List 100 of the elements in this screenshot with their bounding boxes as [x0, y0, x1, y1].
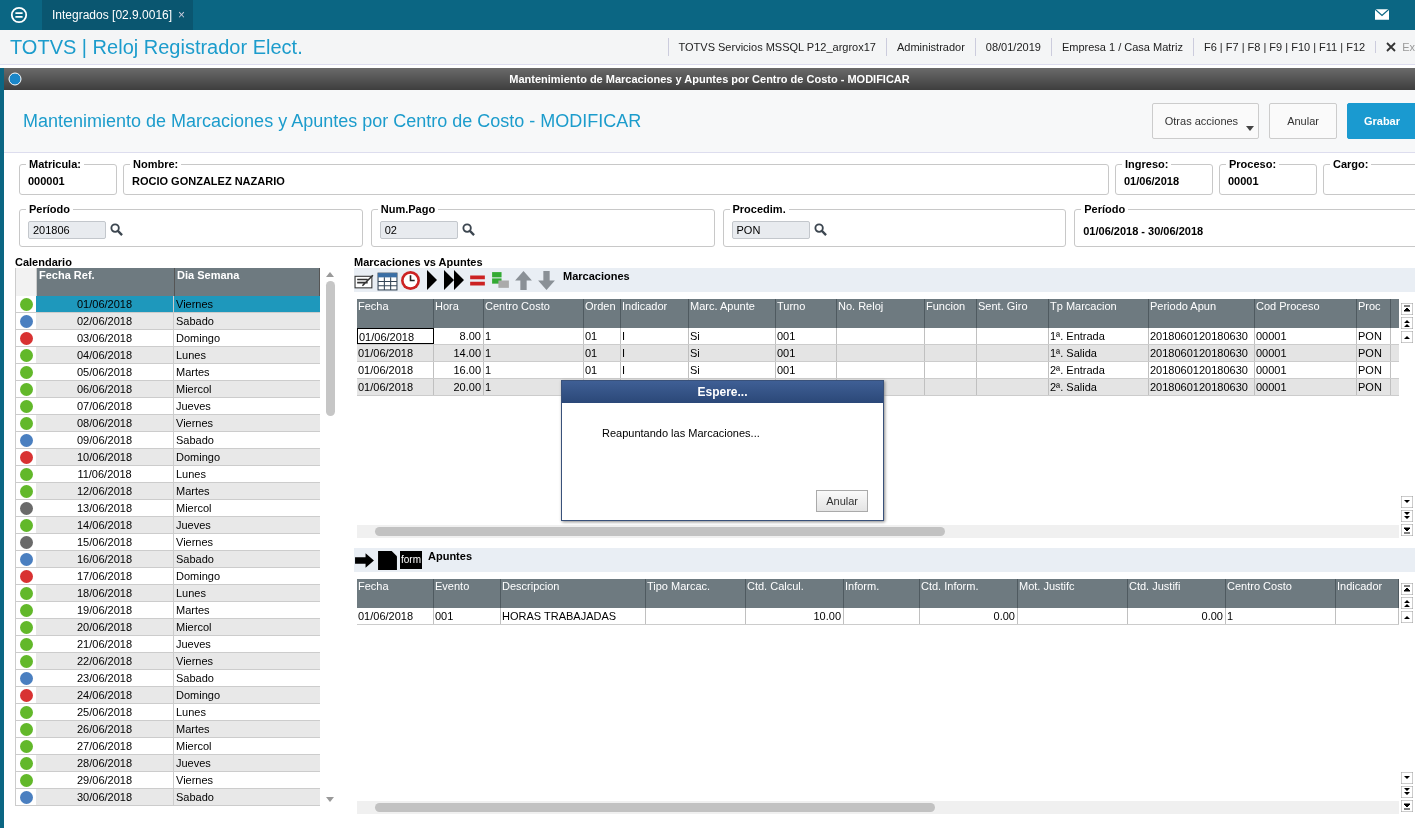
calendar-row[interactable]: 05/06/2018 Martes	[16, 364, 320, 381]
app-logo-icon[interactable]	[10, 6, 28, 24]
calendar-row[interactable]: 21/06/2018 Jueves	[16, 636, 320, 653]
down-arrow-icon[interactable]	[536, 269, 557, 291]
input-field[interactable]: PON	[731, 220, 810, 239]
calendar-row[interactable]: 09/06/2018 Sabado	[16, 432, 320, 449]
calendar-row[interactable]: 28/06/2018 Jueves	[16, 755, 320, 772]
table-cell: 05/06/2018	[36, 364, 174, 380]
table-cell: 16.00	[434, 362, 484, 378]
calendar-row[interactable]: 14/06/2018 Jueves	[16, 517, 320, 534]
status-info: Administrador	[885, 38, 975, 56]
horizontal-scrollbar[interactable]	[357, 801, 1399, 814]
page-down-icon[interactable]	[1401, 786, 1413, 798]
calendar-row[interactable]: 26/06/2018 Martes	[16, 721, 320, 738]
page-icon[interactable]	[377, 549, 398, 571]
calendar-row[interactable]: 29/06/2018 Viernes	[16, 772, 320, 789]
table-cell: 2018060120180630	[1149, 379, 1255, 395]
calendar-row[interactable]: 08/06/2018 Viernes	[16, 415, 320, 432]
scroll-down-icon[interactable]	[1401, 496, 1413, 508]
input-field[interactable]: 201806	[28, 220, 106, 239]
table-cell: 10/06/2018	[36, 449, 174, 465]
scroll-up-icon[interactable]	[1401, 611, 1413, 623]
calendar-row[interactable]: 27/06/2018 Miercol	[16, 738, 320, 755]
table-cell: 09/06/2018	[36, 432, 174, 448]
table-cell-text: Sabado	[175, 314, 215, 329]
calendar-row[interactable]: 15/06/2018 Viernes	[16, 534, 320, 551]
table-cell: PON	[1357, 345, 1391, 361]
scroll-bottom-icon[interactable]	[1401, 800, 1413, 812]
calendar-row[interactable]: 24/06/2018 Domingo	[16, 687, 320, 704]
table-cell: 06/06/2018	[36, 381, 174, 397]
clock-icon[interactable]	[400, 269, 421, 291]
table-cell: 26/06/2018	[36, 721, 174, 737]
calendar-row[interactable]: 12/06/2018 Martes	[16, 483, 320, 500]
table-cell: 11/06/2018	[36, 466, 174, 482]
table-cell-text: Miercol	[175, 382, 213, 397]
table-cell: Viernes	[174, 296, 320, 312]
horizontal-scrollbar[interactable]	[357, 525, 1399, 538]
scroll-top-icon[interactable]	[1401, 583, 1413, 595]
calendar-row[interactable]: 18/06/2018 Lunes	[16, 585, 320, 602]
table-cell: HORAS TRABAJADAS	[501, 608, 646, 624]
calendar-row[interactable]: 20/06/2018 Miercol	[16, 619, 320, 636]
calendar-row[interactable]: 07/06/2018 Jueves	[16, 398, 320, 415]
table-cell: 8.00	[434, 328, 484, 344]
scroll-top-icon[interactable]	[1401, 303, 1413, 315]
field-label: Período	[26, 203, 73, 216]
play-icon[interactable]	[426, 270, 438, 290]
stack-icon[interactable]	[490, 269, 511, 291]
table-cell-text: Domingo	[175, 331, 222, 346]
table-cell: Si	[689, 345, 776, 361]
fast-forward-icon[interactable]	[443, 270, 465, 290]
table-cell-text: Miercol	[175, 739, 213, 754]
calendar-row[interactable]: 13/06/2018 Miercol	[16, 500, 320, 517]
table-cell: 27/06/2018	[36, 738, 174, 754]
action-button[interactable]: Otras acciones	[1151, 103, 1260, 139]
action-button[interactable]: Anular	[1269, 103, 1337, 139]
tab-close-button[interactable]: ×	[178, 8, 186, 22]
field-label: Matricula:	[26, 158, 84, 171]
calendar-row[interactable]: 17/06/2018 Domingo	[16, 568, 320, 585]
calendar-row[interactable]: 19/06/2018 Martes	[16, 602, 320, 619]
calendar-row[interactable]: 04/06/2018 Lunes	[16, 347, 320, 364]
scroll-thumb[interactable]	[375, 803, 935, 812]
status-info: Empresa 1 / Casa Matriz	[1050, 38, 1193, 56]
calendar-row[interactable]: 25/06/2018 Lunes	[16, 704, 320, 721]
search-icon[interactable]	[461, 223, 475, 236]
table-cell-text: Martes	[175, 603, 211, 618]
form-icon[interactable]: form	[400, 551, 422, 569]
up-arrow-icon[interactable]	[513, 269, 534, 291]
scroll-up-icon[interactable]	[1401, 331, 1413, 343]
calendar-row[interactable]: 10/06/2018 Domingo	[16, 449, 320, 466]
page-down-icon[interactable]	[1401, 510, 1413, 522]
cancel-button[interactable]: Anular	[816, 490, 868, 512]
page-up-icon[interactable]	[1401, 317, 1413, 329]
calendar-row[interactable]: 01/06/2018 Viernes	[16, 296, 320, 313]
search-icon[interactable]	[813, 223, 827, 236]
search-icon[interactable]	[110, 223, 123, 236]
calendar-row[interactable]: 03/06/2018 Domingo	[16, 330, 320, 347]
table-cell: 20.00	[434, 379, 484, 395]
program-tab[interactable]: Integrados [02.9.0016] ×	[42, 0, 194, 30]
table-cell: 001	[776, 328, 837, 344]
calendar-row[interactable]: 11/06/2018 Lunes	[16, 466, 320, 483]
calendar-row[interactable]: 23/06/2018 Sabado	[16, 670, 320, 687]
page-up-icon[interactable]	[1401, 597, 1413, 609]
scroll-thumb[interactable]	[325, 281, 335, 416]
calendar-row[interactable]: 02/06/2018 Sabado	[16, 313, 320, 330]
calendar-row[interactable]: 06/06/2018 Miercol	[16, 381, 320, 398]
close-icon[interactable]	[1386, 42, 1397, 52]
mail-icon[interactable]	[1375, 9, 1389, 20]
calendar-row[interactable]: 22/06/2018 Viernes	[16, 653, 320, 670]
scroll-thumb[interactable]	[375, 527, 945, 536]
table-cell: 30/06/2018	[36, 789, 174, 805]
table-cell-text: Martes	[175, 484, 211, 499]
table-cell: 14/06/2018	[36, 517, 174, 533]
scroll-down-icon[interactable]	[1401, 772, 1413, 784]
table-cell: 2ª. Entrada	[1049, 362, 1149, 378]
calendar-row[interactable]: 30/06/2018 Sabado	[16, 789, 320, 806]
calendar-row[interactable]: 16/06/2018 Sabado	[16, 551, 320, 568]
scroll-bottom-icon[interactable]	[1401, 524, 1413, 536]
section-label: Calendario	[15, 256, 73, 268]
table-cell: 1ª. Salida	[1049, 345, 1149, 361]
input-field[interactable]: 02	[379, 220, 458, 239]
